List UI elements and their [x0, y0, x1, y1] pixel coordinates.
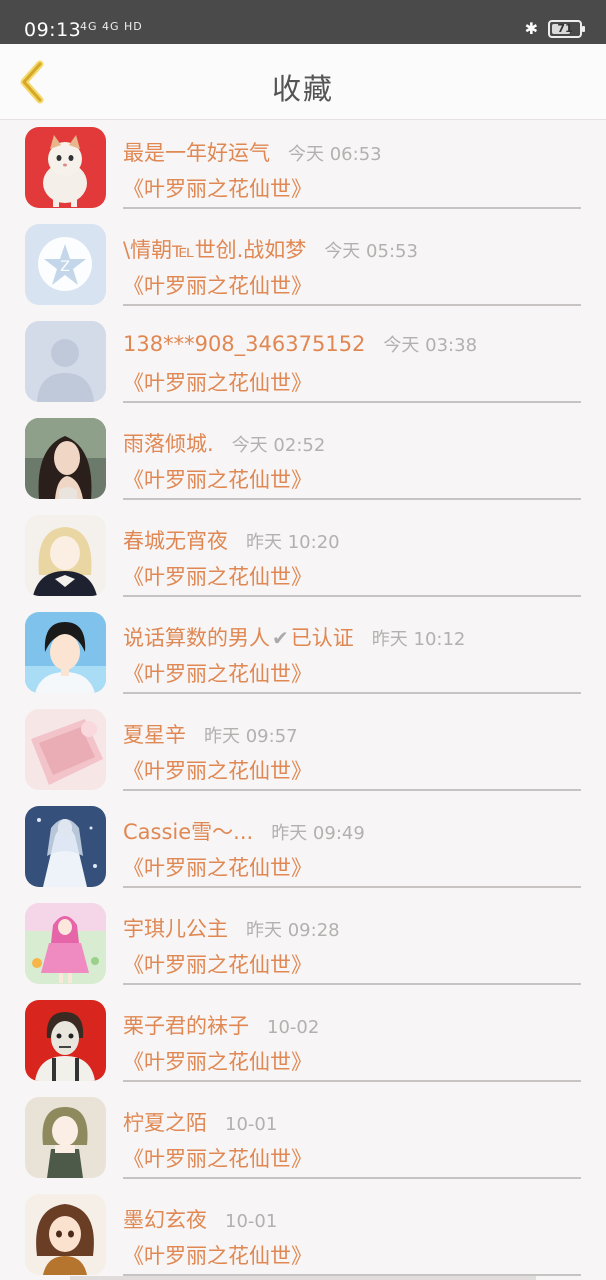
- item-header-line: 春城无宵夜 昨天 10:20: [123, 525, 340, 555]
- timestamp: 今天 06:53: [288, 144, 382, 165]
- timestamp: 今天 03:38: [383, 335, 478, 356]
- item-header-line: 最是一年好运气 今天 06:53: [123, 137, 382, 167]
- item-header-line: \情朝℡世创.战如梦 今天 05:53: [123, 234, 418, 264]
- battery-icon: 71: [548, 19, 585, 38]
- avatar[interactable]: [25, 127, 106, 208]
- status-right: ✱ 71: [524, 19, 585, 38]
- verified-label: 已认证: [290, 626, 354, 650]
- item-header-line: 宇琪儿公主 昨天 09:28: [123, 913, 340, 943]
- timestamp: 10-01: [225, 1114, 278, 1135]
- user-name[interactable]: 栗子君的袜子: [123, 1010, 249, 1040]
- favorite-item[interactable]: Z \情朝℡世创.战如梦 今天 05:53 《叶罗丽之花仙世》: [0, 218, 606, 315]
- divider: [123, 983, 581, 985]
- divider: [123, 692, 581, 694]
- avatar[interactable]: [25, 1097, 106, 1178]
- work-title[interactable]: 《叶罗丽之花仙世》: [123, 464, 312, 494]
- favorite-item[interactable]: 雨落倾城. 今天 02:52 《叶罗丽之花仙世》: [0, 412, 606, 509]
- user-name[interactable]: 宇琪儿公主: [123, 913, 228, 943]
- avatar[interactable]: [25, 515, 106, 596]
- bottom-edge: [70, 1276, 536, 1280]
- work-title[interactable]: 《叶罗丽之花仙世》: [123, 1046, 312, 1076]
- avatar[interactable]: [25, 903, 106, 984]
- nav-bar: 收藏: [0, 44, 606, 120]
- divider: [123, 207, 581, 209]
- work-title[interactable]: 《叶罗丽之花仙世》: [123, 852, 312, 882]
- user-name[interactable]: \情朝℡世创.战如梦: [123, 234, 306, 264]
- user-name[interactable]: 夏星辛: [123, 719, 186, 749]
- bluetooth-icon: ✱: [524, 19, 538, 38]
- avatar[interactable]: [25, 418, 106, 499]
- avatar[interactable]: Z: [25, 224, 106, 305]
- user-name[interactable]: 春城无宵夜: [123, 525, 228, 555]
- work-title[interactable]: 《叶罗丽之花仙世》: [123, 367, 312, 397]
- status-bar: 09:13 4G 4G HD ✱ 71: [0, 0, 606, 44]
- work-title[interactable]: 《叶罗丽之花仙世》: [123, 173, 312, 203]
- timestamp: 昨天 10:20: [246, 532, 340, 553]
- timestamp: 10-02: [267, 1017, 320, 1038]
- divider: [123, 1177, 581, 1179]
- avatar[interactable]: [25, 1000, 106, 1081]
- avatar[interactable]: [25, 321, 106, 402]
- work-title[interactable]: 《叶罗丽之花仙世》: [123, 755, 312, 785]
- avatar[interactable]: [25, 612, 106, 693]
- divider: [123, 304, 581, 306]
- item-header-line: 夏星辛 昨天 09:57: [123, 719, 298, 749]
- user-name[interactable]: 说话算数的男人: [123, 622, 270, 652]
- favorite-item[interactable]: 柠夏之陌 10-01 《叶罗丽之花仙世》: [0, 1091, 606, 1188]
- divider: [123, 789, 581, 791]
- user-name[interactable]: Cassie雪～...: [123, 816, 253, 846]
- item-header-line: Cassie雪～... 昨天 09:49: [123, 816, 365, 846]
- page-title: 收藏: [271, 72, 334, 106]
- item-header-line: 柠夏之陌 10-01: [123, 1107, 277, 1137]
- timestamp: 昨天 09:49: [271, 823, 365, 844]
- user-name[interactable]: 柠夏之陌: [123, 1107, 207, 1137]
- status-time: 09:13: [24, 19, 82, 41]
- work-title[interactable]: 《叶罗丽之花仙世》: [123, 658, 312, 688]
- timestamp: 今天 02:52: [231, 435, 326, 456]
- avatar[interactable]: [25, 1194, 106, 1275]
- favorite-item[interactable]: 夏星辛 昨天 09:57 《叶罗丽之花仙世》: [0, 703, 606, 800]
- user-name[interactable]: 最是一年好运气: [123, 137, 270, 167]
- favorite-item[interactable]: 栗子君的袜子 10-02 《叶罗丽之花仙世》: [0, 994, 606, 1091]
- favorite-item[interactable]: 宇琪儿公主 昨天 09:28 《叶罗丽之花仙世》: [0, 897, 606, 994]
- battery-level: 71: [557, 22, 573, 35]
- verified-check-icon: ✔: [272, 626, 289, 650]
- timestamp: 今天 05:53: [324, 241, 418, 262]
- item-header-line: 雨落倾城. 今天 02:52: [123, 428, 325, 458]
- avatar[interactable]: [25, 709, 106, 790]
- item-header-line: 说话算数的男人 ✔ 已认证 昨天 10:12: [123, 622, 465, 652]
- svg-text:Z: Z: [60, 259, 70, 275]
- divider: [123, 401, 581, 403]
- favorite-item[interactable]: 墨幻玄夜 10-01 《叶罗丽之花仙世》: [0, 1188, 606, 1280]
- signal-icons: 4G 4G HD: [80, 20, 143, 33]
- divider: [123, 1080, 581, 1082]
- favorite-item[interactable]: Cassie雪～... 昨天 09:49 《叶罗丽之花仙世》: [0, 800, 606, 897]
- item-header-line: 138***908_346375152 今天 03:38: [123, 331, 477, 357]
- timestamp: 昨天 09:28: [246, 920, 340, 941]
- user-name[interactable]: 墨幻玄夜: [123, 1204, 207, 1234]
- item-header-line: 墨幻玄夜 10-01: [123, 1204, 277, 1234]
- work-title[interactable]: 《叶罗丽之花仙世》: [123, 949, 312, 979]
- work-title[interactable]: 《叶罗丽之花仙世》: [123, 561, 312, 591]
- favorite-item[interactable]: 春城无宵夜 昨天 10:20 《叶罗丽之花仙世》: [0, 509, 606, 606]
- timestamp: 10-01: [225, 1211, 278, 1232]
- avatar[interactable]: [25, 806, 106, 887]
- item-header-line: 栗子君的袜子 10-02: [123, 1010, 319, 1040]
- user-name[interactable]: 138***908_346375152: [123, 332, 365, 356]
- favorite-item[interactable]: 最是一年好运气 今天 06:53 《叶罗丽之花仙世》: [0, 121, 606, 218]
- work-title[interactable]: 《叶罗丽之花仙世》: [123, 1240, 312, 1270]
- favorite-item[interactable]: 说话算数的男人 ✔ 已认证 昨天 10:12 《叶罗丽之花仙世》: [0, 606, 606, 703]
- favorite-item[interactable]: 138***908_346375152 今天 03:38 《叶罗丽之花仙世》: [0, 315, 606, 412]
- work-title[interactable]: 《叶罗丽之花仙世》: [123, 1143, 312, 1173]
- divider: [123, 498, 581, 500]
- favorites-list: 最是一年好运气 今天 06:53 《叶罗丽之花仙世》 Z \情朝℡世创.战如梦 今天 05…: [0, 121, 606, 1280]
- timestamp: 昨天 09:57: [204, 726, 298, 747]
- work-title[interactable]: 《叶罗丽之花仙世》: [123, 270, 312, 300]
- timestamp: 昨天 10:12: [371, 629, 466, 650]
- user-name[interactable]: 雨落倾城.: [123, 428, 214, 458]
- divider: [123, 886, 581, 888]
- divider: [123, 595, 581, 597]
